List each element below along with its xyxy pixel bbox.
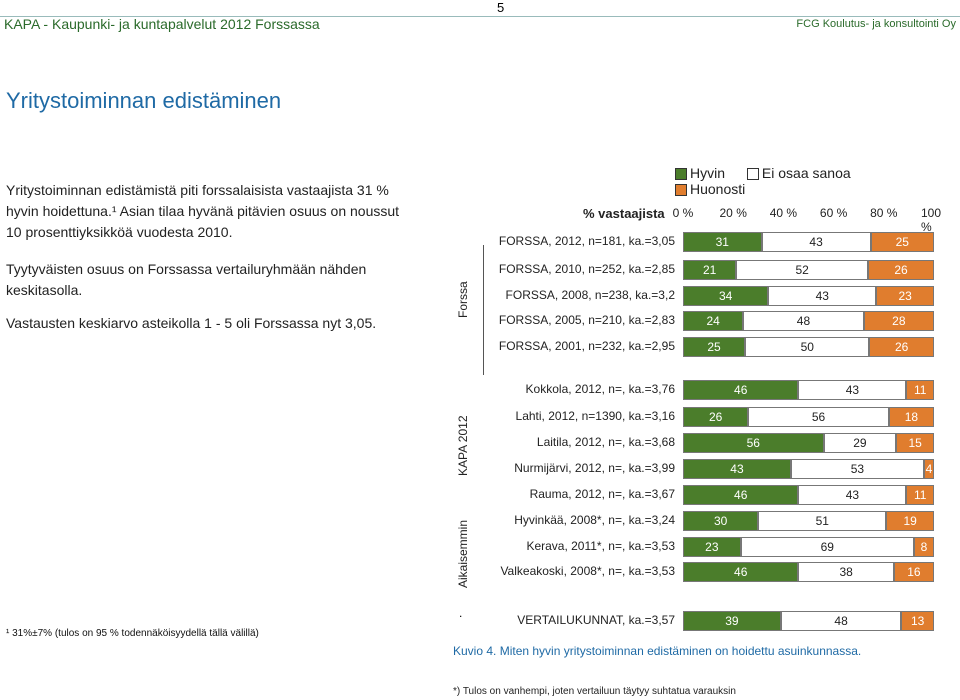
- legend-item-good: Hyvin: [675, 165, 725, 181]
- footnote-confidence: ¹ 31%±7% (tulos on 95 % todennäköisyydel…: [6, 628, 259, 639]
- group-label-forssa: Forssa: [456, 281, 470, 318]
- bar-segment-neutral: 43: [798, 485, 907, 505]
- bar-segment-good: 31: [683, 232, 762, 252]
- group-divider-forssa: [483, 245, 484, 375]
- axis-title: % vastaajista: [583, 206, 665, 221]
- header-left-title: KAPA - Kaupunki- ja kuntapalvelut 2012 F…: [4, 16, 320, 32]
- bar-segment-neutral: 56: [748, 407, 889, 427]
- bar-segment-neutral: 48: [743, 311, 864, 331]
- bar-segment-good: 46: [683, 380, 799, 400]
- stacked-bar: 46 43 11: [683, 380, 934, 400]
- page-number: 5: [497, 0, 505, 15]
- bar-segment-bad: 26: [868, 260, 934, 280]
- axis-tick: 40 %: [769, 206, 798, 220]
- header-right-title: FCG Koulutus- ja konsultointi Oy: [796, 18, 956, 30]
- bar-segment-bad: 11: [906, 380, 934, 400]
- bar-segment-bad: 15: [896, 433, 934, 453]
- chart-legend: Hyvin Ei osaa sanoa Huonosti: [675, 165, 960, 197]
- bar-segment-good: 46: [683, 562, 799, 582]
- bar-segment-bad: 18: [888, 407, 934, 427]
- group-label-aikaisemmin: Aikaisemmin: [456, 519, 470, 588]
- legend-label-good: Hyvin: [690, 165, 726, 181]
- row-label: FORSSA, 2012, n=181, ka.=3,05: [498, 234, 675, 248]
- stacked-bar: 56 29 15: [683, 433, 934, 453]
- bar-segment-neutral: 38: [798, 562, 894, 582]
- axis-tick: 0 %: [672, 206, 694, 220]
- group-label-kapa: KAPA 2012: [456, 415, 470, 477]
- row-label: FORSSA, 2010, n=252, ka.=2,85: [498, 262, 675, 276]
- bar-segment-good: 21: [683, 260, 737, 280]
- stacked-bar: 23 69 8: [683, 537, 934, 557]
- stacked-bar: 21 52 26: [683, 260, 934, 280]
- paragraph-3: Vastausten keskiarvo asteikolla 1 - 5 ol…: [6, 315, 377, 331]
- bar-segment-bad: 23: [876, 286, 934, 306]
- stacked-bar: 26 56 18: [683, 407, 934, 427]
- legend-label-bad: Huonosti: [690, 181, 746, 197]
- stacked-bar: 25 50 26: [683, 337, 934, 357]
- bar-segment-good: 26: [683, 407, 749, 427]
- stacked-bar: 30 51 19: [683, 511, 934, 531]
- footnote-older-result: *) Tulos on vanhempi, joten vertailuun t…: [453, 686, 736, 697]
- bar-segment-neutral: 52: [736, 260, 869, 280]
- bar-segment-neutral: 48: [780, 611, 902, 631]
- stacked-bar: 46 43 11: [683, 485, 934, 505]
- legend-item-bad: Huonosti: [675, 181, 745, 197]
- bar-segment-neutral: 43: [761, 232, 871, 252]
- bar-segment-bad: 16: [893, 562, 934, 582]
- row-label: VERTAILUKUNNAT, ka.=3,57: [517, 613, 675, 627]
- bar-segment-good: 56: [683, 433, 824, 453]
- stacked-bar: 46 38 16: [683, 562, 934, 582]
- stacked-bar: 31 43 25: [683, 232, 934, 252]
- bar-segment-bad: 11: [906, 485, 934, 505]
- bar-segment-good: 25: [683, 337, 746, 357]
- bar-segment-good: 46: [683, 485, 799, 505]
- row-label: Rauma, 2012, n=, ka.=3,67: [529, 487, 675, 501]
- axis-tick: 60 %: [819, 206, 848, 220]
- figure-caption: Kuvio 4. Miten hyvin yritystoiminnan edi…: [453, 644, 862, 658]
- bar-segment-good: 34: [683, 286, 769, 306]
- stacked-bar: 39 48 13: [683, 611, 934, 631]
- bar-segment-good: 23: [683, 537, 741, 557]
- bar-segment-good: 39: [683, 611, 781, 631]
- legend-swatch-good: [675, 168, 687, 181]
- bar-segment-neutral: 69: [740, 537, 914, 557]
- legend-label-neutral: Ei osaa sanoa: [761, 165, 851, 181]
- bar-segment-bad: 26: [869, 337, 934, 357]
- bar-segment-neutral: 43: [768, 286, 877, 306]
- row-label: Kokkola, 2012, n=, ka.=3,76: [525, 382, 675, 396]
- bar-segment-neutral: 51: [758, 511, 887, 531]
- stacked-bar: 24 48 28: [683, 311, 934, 331]
- bar-segment-neutral: 29: [823, 433, 897, 453]
- axis-tick: 100 %: [921, 206, 942, 234]
- bar-segment-neutral: 43: [798, 380, 907, 400]
- row-label: FORSSA, 2001, n=232, ka.=2,95: [498, 339, 675, 353]
- legend-swatch-bad: [675, 184, 687, 197]
- stacked-bar: 43 53 4: [683, 459, 934, 479]
- bar-segment-good: 43: [683, 459, 791, 479]
- bar-segment-neutral: 53: [790, 459, 924, 479]
- bar-segment-bad: 19: [886, 511, 934, 531]
- bar-segment-good: 24: [683, 311, 744, 331]
- axis-tick: 20 %: [719, 206, 747, 220]
- separator-dot: .: [459, 606, 463, 620]
- page-title: Yritystoiminnan edistäminen: [6, 88, 282, 113]
- paragraph-1: Yritystoiminnan edistämistä piti forssal…: [6, 182, 400, 240]
- legend-item-neutral: Ei osaa sanoa: [746, 165, 851, 181]
- legend-swatch-neutral: [746, 168, 759, 181]
- axis-tick: 80 %: [870, 206, 898, 220]
- stacked-bar: 34 43 23: [683, 286, 934, 306]
- bar-segment-bad: 25: [870, 232, 934, 252]
- paragraph-2: Tyytyväisten osuus on Forssassa vertailu…: [6, 261, 367, 298]
- bar-segment-bad: 28: [863, 311, 934, 331]
- bar-segment-neutral: 50: [745, 337, 870, 357]
- bar-segment-good: 30: [683, 511, 759, 531]
- bar-segment-bad: 13: [901, 611, 934, 631]
- bar-segment-bad: 4: [923, 459, 934, 479]
- bar-segment-bad: 8: [913, 537, 934, 557]
